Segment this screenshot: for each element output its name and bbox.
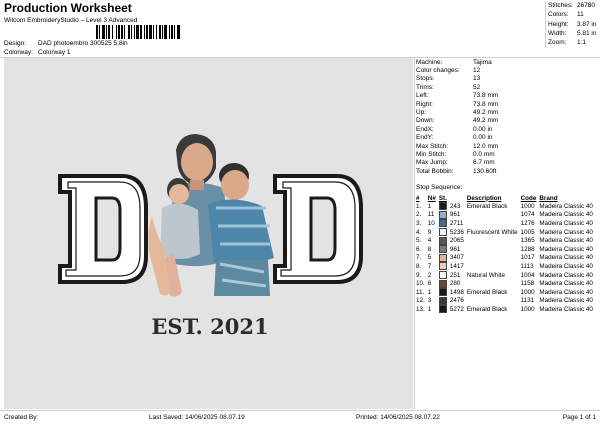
machine-info-panel: Machine: Tajima Color changes: 12 Stops: 13 Tr… [414, 58, 600, 409]
stop-sequence-row: 11. 1 1498 Emerald Black 1000 Madeira Classic… [416, 288, 593, 297]
stop-sequence-row: 6. 8 961 1288 Madeira Classic 40 [416, 245, 593, 254]
stop-sequence-row: 5. 4 2065 1365 Madeira Classic 40 [416, 236, 593, 245]
machine-info-row: Left: 73.8 mm [416, 92, 499, 100]
stop-sequence-row: 3. 10 2711 1276 Madeira Classic 40 [416, 219, 593, 228]
design-artwork: EST. 2021 [58, 134, 363, 339]
machine-info-row: EndY: 0.00 in [416, 134, 493, 142]
thread-color-swatch [438, 288, 449, 297]
thread-color-swatch [438, 245, 449, 254]
thread-color-swatch [438, 305, 449, 314]
barcode [96, 25, 180, 39]
stat-width: Width: 5.81 in [548, 30, 597, 38]
machine-info-row: Max Jump: 6.7 mm [416, 159, 495, 167]
machine-info-row: Stops: 13 [416, 75, 481, 83]
design-label: Design: [4, 40, 27, 47]
thread-color-swatch [438, 271, 449, 280]
machine-info-row: Color changes: 12 [416, 67, 481, 75]
colorway-label: Colorway: [4, 49, 33, 56]
last-saved: Last Saved: 14/06/2025 08.07.19 [149, 414, 245, 421]
page-title: Production Worksheet [4, 1, 132, 15]
stop-sequence-row: 4. 9 5236 Fluorescent White 1005 Madeira Clas… [416, 228, 593, 237]
stop-sequence-header-row: # N# St. Description Code Brand [416, 194, 558, 202]
footer: Created By: Last Saved: 14/06/2025 08.07… [0, 410, 600, 425]
thread-color-swatch [438, 279, 449, 288]
stop-sequence-row: 7. 5 3407 1017 Madeira Classic 40 [416, 253, 593, 263]
machine-info-row: EndX: 0.00 in [416, 125, 493, 133]
thread-color-swatch [438, 262, 449, 271]
thread-color-swatch [438, 236, 449, 245]
thread-color-swatch [438, 210, 449, 220]
letter-d-left [58, 174, 148, 284]
thread-color-swatch [438, 219, 449, 228]
stat-colors: Colors: 11 [548, 11, 584, 19]
thread-color-swatch [438, 253, 449, 263]
machine-info-row: Trims: 52 [416, 83, 481, 91]
design-row: Design: DAD photoembro 300525 5,8in [4, 40, 128, 47]
machine-info-row: Machine: Tajima [416, 58, 492, 66]
machine-info-row: Min Stitch: 0.0 mm [416, 150, 495, 158]
design-preview: EST. 2021 [4, 58, 413, 409]
machine-info-row: Down: 49.2 mm [416, 117, 499, 125]
machine-info-table: Machine: Tajima Color changes: 12 Stops: 13 Tr… [416, 58, 498, 175]
machine-info-row: Up: 49.2 mm [416, 109, 499, 117]
software-subtitle: Wilcom EmbroideryStudio – Level 3 Advanc… [4, 17, 138, 24]
stop-sequence-row: 9. 2 251 Natural White 1004 Madeira Classic 4… [416, 271, 593, 280]
machine-info-row: Total Bobbin: 130.60ft [416, 167, 497, 175]
thread-color-swatch [438, 296, 449, 306]
printed-date: Printed: 14/06/2025 08.07.22 [356, 414, 440, 421]
machine-info-row: Right: 73.8 mm [416, 100, 499, 108]
design-stats: Stitches: 26780 Colors: 11 Height: 3.87 in … [545, 1, 600, 48]
stop-sequence-table: # N# St. Description Code Brand 1. 1 243 Em… [415, 194, 595, 314]
stat-height: Height: 3.87 in [548, 20, 597, 28]
colorway-row: Colorway: Colorway 1 [4, 49, 71, 56]
design-value: DAD photoembro 300525 5,8in [38, 40, 128, 47]
stop-sequence-heading: Stop Sequence: [416, 184, 463, 191]
est-year-text: EST. 2021 [151, 314, 268, 339]
letter-d-right [273, 174, 363, 284]
stop-sequence-row: 12. 3 2476 1131 Madeira Classic 40 [416, 296, 593, 306]
page-number: Page 1 of 1 [562, 414, 596, 421]
thread-color-swatch [438, 228, 449, 237]
family-photo-embroidery [148, 134, 274, 297]
machine-info-row: Max Stitch: 12.0 mm [416, 142, 499, 150]
colorway-value: Colorway 1 [38, 49, 71, 56]
stat-zoom: Zoom: 1:1 [548, 39, 586, 47]
stop-sequence-row: 1. 1 243 Emerald Black 1000 Madeira Classic 4… [416, 202, 593, 211]
thread-color-swatch [438, 202, 449, 211]
stop-sequence-row: 8. 7 1417 1113 Madeira Classic 40 [416, 262, 593, 271]
stop-sequence-row: 13. 1 5272 Emerald Black 1000 Madeira Classic… [416, 305, 593, 314]
stat-stitches: Stitches: 26780 [548, 2, 596, 10]
created-by: Created By: [4, 414, 39, 421]
stop-sequence-row: 2. 11 961 1074 Madeira Classic 40 [416, 210, 593, 220]
stop-sequence-row: 10. 6 280 1158 Madeira Classic 40 [416, 279, 593, 288]
